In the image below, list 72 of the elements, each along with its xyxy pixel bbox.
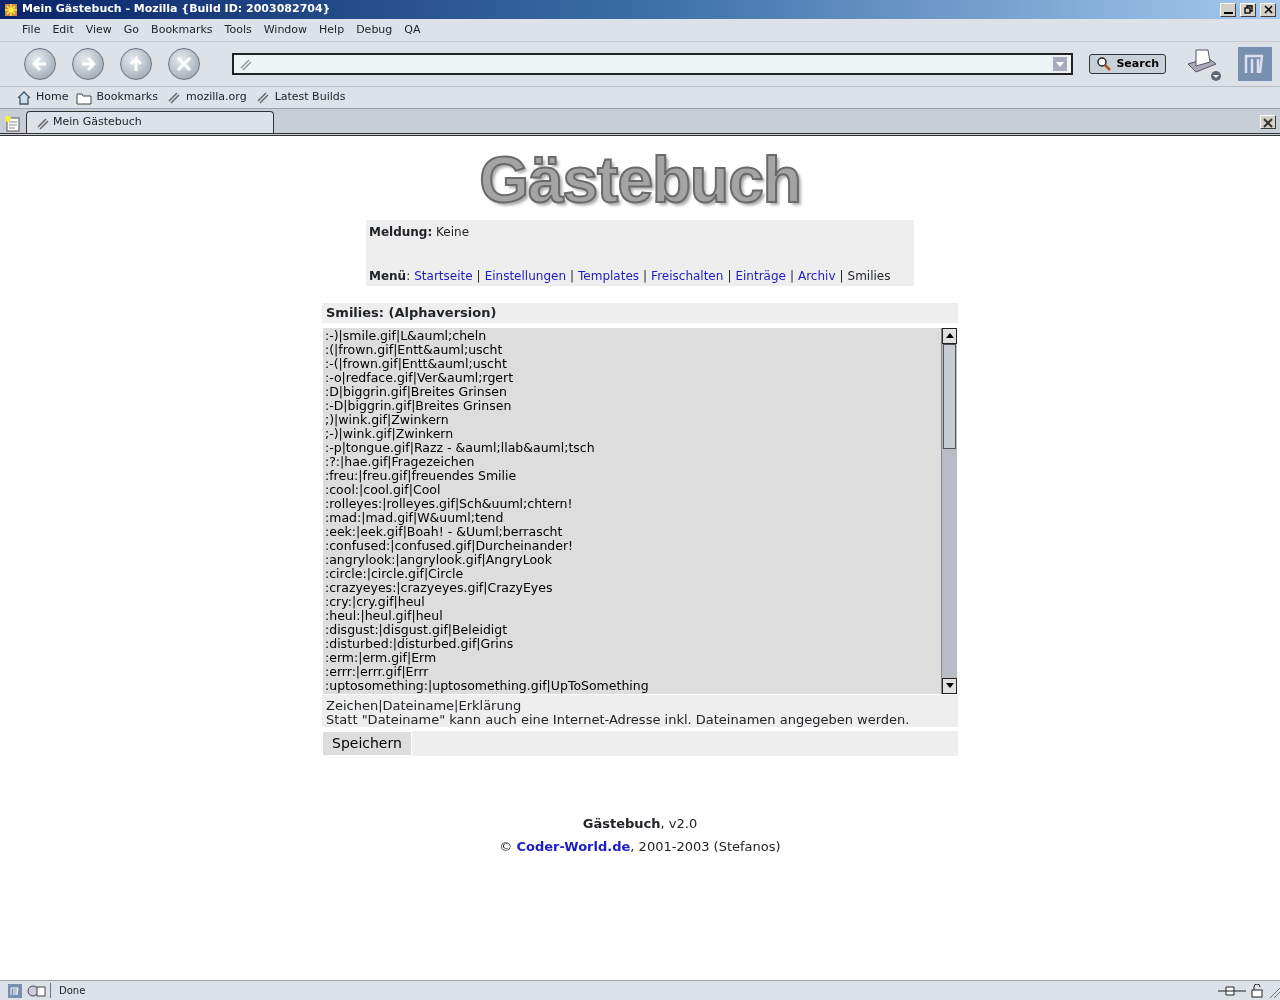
separator: | (726, 268, 733, 285)
scroll-down-button[interactable] (942, 677, 957, 694)
new-tab-icon[interactable] (4, 115, 22, 133)
tab[interactable]: Mein Gästebuch (26, 111, 274, 133)
separator: | (642, 268, 649, 285)
menu-item[interactable]: Tools (218, 21, 258, 39)
menu-item[interactable]: Bookmarks (145, 21, 219, 39)
bookmark-link[interactable]: Home (16, 89, 69, 106)
minimize-icon (1223, 11, 1233, 14)
menu-item[interactable]: Help (313, 21, 351, 39)
close-icon (1263, 5, 1273, 14)
note-text: Statt "Dateiname" kann auch eine Internet-Adresse inkl. Dateinamen angegeben werden. (326, 712, 911, 727)
back-icon (32, 56, 48, 72)
format-hint: Zeichen|Dateiname|Erklärung (326, 698, 523, 713)
stop-button[interactable] (168, 48, 200, 80)
menu-item[interactable]: File (16, 21, 47, 39)
forward-icon (80, 56, 96, 72)
menu-link[interactable]: Freischalten (651, 267, 724, 285)
search-button[interactable]: Search (1089, 53, 1166, 75)
menu-link[interactable]: Startseite (414, 267, 473, 285)
separator: | (788, 268, 795, 285)
menu-link[interactable]: Templates (578, 267, 640, 285)
url-field[interactable] (232, 53, 1074, 75)
scrollbar[interactable] (941, 327, 957, 694)
scroll-up-icon (945, 333, 954, 338)
save-button[interactable]: Speichern (322, 730, 412, 756)
menu-item[interactable]: Window (257, 21, 314, 39)
logo-text: Gästebuch (479, 143, 801, 218)
bookmark-icon (238, 57, 252, 71)
reload-icon (128, 56, 144, 72)
status-text: Done (50, 983, 1214, 998)
app-icon (4, 2, 18, 17)
menu-label: Menü: (369, 268, 411, 285)
separator: | (838, 268, 845, 285)
menu-current: Smilies (847, 268, 891, 285)
chat-icon[interactable] (26, 983, 46, 998)
menu-item[interactable]: View (79, 21, 118, 39)
message-text: Meldung: Keine (369, 224, 471, 241)
bookmark-icon (35, 115, 49, 130)
search-icon (1096, 56, 1113, 72)
menu-item[interactable]: Go (117, 21, 146, 39)
close-icon (1262, 116, 1274, 129)
restore-button[interactable] (1240, 2, 1256, 17)
close-button[interactable] (1260, 2, 1276, 17)
bookmark-link[interactable]: mozilla.org (165, 89, 247, 106)
menu-link[interactable]: Einstellungen (484, 267, 566, 285)
stop-icon (176, 56, 192, 72)
window-title: Mein Gästebuch - Mozilla {Build ID: 2003082704} (22, 1, 332, 18)
separator: | (475, 268, 482, 285)
scroll-thumb[interactable] (943, 343, 956, 449)
minimize-button[interactable] (1220, 2, 1236, 17)
restore-icon (1243, 5, 1253, 14)
bookmark-link[interactable]: Bookmarks (76, 89, 158, 106)
reload-button[interactable] (120, 48, 152, 80)
close-tab-button[interactable] (1260, 115, 1276, 129)
menu-item[interactable]: QA (398, 21, 427, 39)
forward-button[interactable] (72, 48, 104, 80)
menu-link[interactable]: Archiv (798, 267, 836, 285)
menu-link[interactable]: Einträge (735, 267, 786, 285)
scroll-down-icon (945, 683, 954, 688)
lock-icon (1250, 983, 1264, 998)
menu-item[interactable]: Debug (350, 21, 399, 39)
scroll-up-button[interactable] (942, 327, 957, 344)
home-icon (16, 89, 32, 106)
back-button[interactable] (24, 48, 56, 80)
footer-title: Gästebuch, v2.0 (581, 814, 699, 833)
menu-item[interactable]: Edit (46, 21, 80, 39)
separator: | (569, 268, 576, 285)
bookmark-link[interactable]: Latest Builds (254, 89, 346, 106)
connection-icon (1218, 984, 1246, 997)
footer-copyright: © Coder-World.de, 2001-2003 (Stefanos) (499, 838, 781, 856)
section-title: Smilies: (Alphaversion) (322, 303, 958, 323)
